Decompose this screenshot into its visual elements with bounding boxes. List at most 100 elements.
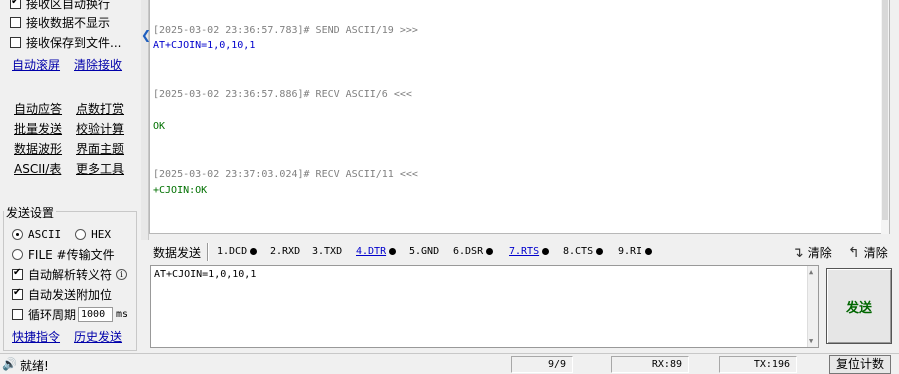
auto-wrap-checkbox[interactable]: [10, 0, 21, 9]
hex-radio[interactable]: [75, 228, 87, 240]
clear-down-icon: ↴: [792, 244, 804, 261]
right-margin: [890, 0, 899, 240]
ascii-radio[interactable]: [12, 228, 23, 240]
send-toolbar: 数据发送 1.DCD 2.RXD 3.TXD 4.DTR 5.GND 6.DSR…: [149, 240, 899, 264]
append-check-label: 自动发送附加位: [28, 287, 113, 302]
log-scroll-thumb[interactable]: [882, 0, 888, 220]
signal-txd-label: 3.TXD: [312, 246, 343, 257]
signal-ri-led: [645, 248, 653, 255]
save-to-file-checkbox[interactable]: [10, 36, 21, 48]
signal-gnd[interactable]: 5.GND: [409, 246, 439, 257]
signal-rxd[interactable]: 2.RXD: [270, 246, 300, 257]
signal-gnd-label: 5.GND: [409, 246, 440, 257]
format-radio-row: ASCII HEX: [12, 225, 111, 243]
tool-more[interactable]: 更多工具: [76, 160, 124, 177]
ready-icon: 🔊: [2, 357, 17, 371]
receive-log[interactable]: [2025-03-02 23:36:57.783]# SEND ASCII/19…: [149, 0, 890, 234]
signal-rxd-label: 2.RXD: [270, 246, 301, 257]
info-icon[interactable]: i: [116, 268, 128, 280]
signal-txd[interactable]: 3.TXD: [312, 246, 342, 257]
signal-dsr[interactable]: 6.DSR: [453, 246, 494, 257]
save-to-file-label: 接收保存到文件...: [26, 35, 122, 50]
cycle-option: 循环周期 ms: [12, 305, 128, 323]
signal-dtr[interactable]: 4.DTR: [356, 246, 397, 257]
signal-dsr-label: 6.DSR: [453, 246, 484, 257]
append-check-option[interactable]: 自动发送附加位: [12, 285, 112, 303]
clear-all-label: 清除: [863, 246, 888, 260]
parse-escape-option[interactable]: 自动解析转义符 i: [12, 265, 128, 283]
tool-theme[interactable]: 界面主题: [76, 140, 124, 157]
file-label: FILE #传输文件: [28, 247, 115, 262]
hide-recv-checkbox[interactable]: [10, 16, 21, 28]
signal-dcd-led: [250, 248, 258, 255]
log-body: AT+CJOIN=1,0,10,1: [153, 40, 256, 51]
scroll-up-icon[interactable]: ▲: [809, 268, 813, 276]
cycle-checkbox[interactable]: [12, 308, 23, 320]
send-input-text: AT+CJOIN=1,0,10,1: [154, 269, 257, 280]
tool-tip-points[interactable]: 点数打赏: [76, 100, 124, 117]
clear-recv-link[interactable]: 清除接收: [74, 56, 122, 73]
signal-dcd[interactable]: 1.DCD: [217, 246, 258, 257]
file-radio[interactable]: [12, 248, 23, 260]
signal-ri-label: 9.RI: [618, 246, 643, 257]
send-settings-title: 发送设置: [4, 204, 57, 221]
parse-escape-label: 自动解析转义符: [28, 267, 113, 282]
clear-send-label: 清除: [807, 246, 832, 260]
signal-dtr-label: 4.DTR: [356, 246, 387, 257]
parse-escape-checkbox[interactable]: [12, 267, 23, 280]
send-toolbar-title: 数据发送: [153, 246, 202, 260]
panel-collapse-handle[interactable]: ❮: [141, 0, 151, 240]
log-body: OK: [153, 121, 166, 132]
signal-dcd-label: 1.DCD: [217, 246, 248, 257]
tool-waveform[interactable]: 数据波形: [14, 140, 62, 157]
cycle-label: 循环周期: [28, 307, 77, 322]
reset-count-button[interactable]: 复位计数: [829, 355, 891, 374]
tool-batch-send[interactable]: 批量发送: [14, 120, 62, 137]
signal-ri[interactable]: 9.RI: [618, 246, 653, 257]
save-to-file-option[interactable]: 接收保存到文件...: [10, 33, 121, 51]
file-option[interactable]: FILE #传输文件: [12, 245, 115, 263]
signal-cts-led: [596, 248, 604, 255]
log-header: [2025-03-02 23:36:57.886]# RECV ASCII/6 …: [153, 89, 412, 100]
shortcut-link[interactable]: 快捷指令: [12, 328, 60, 345]
signal-dtr-led: [389, 248, 397, 255]
scroll-down-icon[interactable]: ▼: [809, 337, 813, 345]
toolbar-separator: [207, 243, 209, 261]
hex-label: HEX: [91, 227, 111, 241]
send-input-scrollbar[interactable]: ▲ ▼: [807, 266, 818, 347]
tx-count: TX:196: [719, 356, 797, 373]
signal-rts-label: 7.RTS: [509, 246, 540, 257]
log-header: [2025-03-02 23:37:03.024]# RECV ASCII/11…: [153, 169, 418, 180]
signal-rts-led: [542, 248, 550, 255]
cycle-period-input[interactable]: [78, 306, 114, 322]
send-button[interactable]: 发送: [826, 268, 892, 344]
tool-checksum[interactable]: 校验计算: [76, 120, 124, 137]
hide-recv-option[interactable]: 接收数据不显示: [10, 13, 110, 31]
log-header: [2025-03-02 23:36:57.783]# SEND ASCII/19…: [153, 25, 418, 36]
ascii-label: ASCII: [28, 227, 62, 241]
hide-recv-label: 接收数据不显示: [26, 15, 111, 30]
clear-send-button[interactable]: ↴ 清除: [792, 244, 832, 261]
status-bar: 🔊 就绪! 9/9 RX:89 TX:196 复位计数: [0, 353, 899, 374]
history-link[interactable]: 历史发送: [74, 328, 122, 345]
clear-up-icon: ↰: [848, 244, 860, 261]
rx-count: RX:89: [611, 356, 689, 373]
auto-wrap-option[interactable]: 接收区自动换行: [10, 0, 110, 12]
auto-wrap-label: 接收区自动换行: [26, 0, 111, 11]
left-panel: 接收区自动换行 接收数据不显示 接收保存到文件... 自动滚屏 清除接收 自动应…: [0, 0, 141, 352]
tool-ascii-table[interactable]: ASCII/表: [14, 160, 61, 177]
tool-auto-reply[interactable]: 自动应答: [14, 100, 62, 117]
signal-cts[interactable]: 8.CTS: [563, 246, 604, 257]
count-cell: 9/9: [511, 356, 573, 373]
clear-all-button[interactable]: ↰ 清除: [848, 244, 888, 261]
signal-cts-label: 8.CTS: [563, 246, 594, 257]
log-body: +CJOIN:OK: [153, 185, 208, 196]
append-check-checkbox[interactable]: [12, 287, 23, 300]
log-scrollbar[interactable]: [881, 0, 889, 234]
signal-rts[interactable]: 7.RTS: [509, 246, 550, 257]
signal-dsr-led: [486, 248, 494, 255]
status-ready: 就绪!: [20, 359, 49, 373]
cycle-unit: ms: [116, 308, 129, 320]
auto-scroll-link[interactable]: 自动滚屏: [12, 56, 60, 73]
send-input[interactable]: AT+CJOIN=1,0,10,1 ▲ ▼: [150, 265, 819, 348]
